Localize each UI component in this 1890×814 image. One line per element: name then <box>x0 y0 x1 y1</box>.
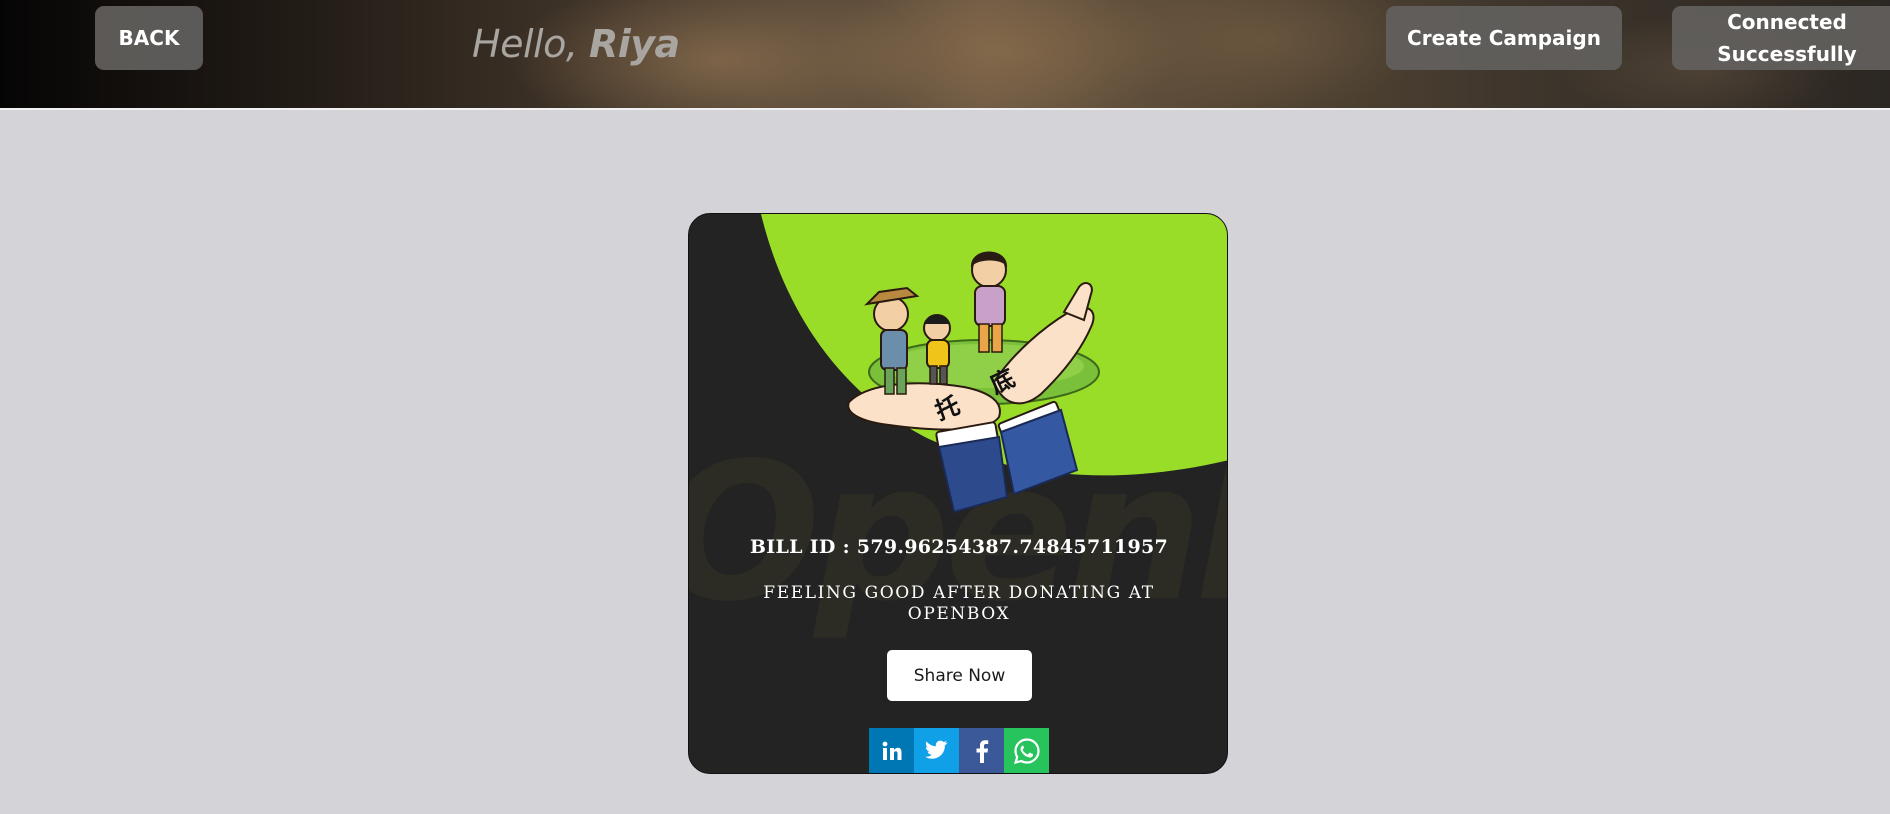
create-campaign-button[interactable]: Create Campaign <box>1386 6 1622 70</box>
connection-status-label: Connected Successfully <box>1717 6 1856 70</box>
whatsapp-share-button[interactable] <box>1004 728 1049 773</box>
twitter-share-button[interactable] <box>914 728 959 773</box>
top-bar: BACK Hello, Riya Create Campaign Connect… <box>0 0 1890 110</box>
greeting: Hello, Riya <box>472 22 680 66</box>
back-button[interactable]: BACK <box>95 6 203 70</box>
share-now-button[interactable]: Share Now <box>887 650 1032 701</box>
connection-status-line2: Successfully <box>1717 42 1857 66</box>
twitter-icon <box>924 740 947 759</box>
donation-receipt-card: OpenB 托 底 BILL ID <box>688 213 1228 774</box>
linkedin-share-button[interactable] <box>869 728 914 773</box>
user-name: Riya <box>588 22 680 66</box>
connection-status-button[interactable]: Connected Successfully <box>1672 6 1890 70</box>
whatsapp-icon <box>1013 737 1040 764</box>
social-share-bar <box>869 728 1049 773</box>
linkedin-icon <box>882 741 901 760</box>
connection-status-line1: Connected <box>1727 10 1847 34</box>
facebook-share-button[interactable] <box>959 728 1004 773</box>
greeting-prefix: Hello, <box>472 22 589 66</box>
donation-message: FEELING GOOD AFTER DONATING AT OPENBOX <box>763 583 1155 624</box>
facebook-icon <box>976 739 988 763</box>
bill-id: BILL ID : 579.96254387.74845711957 <box>749 536 1169 558</box>
helping-hands-family-illustration: 托 底 <box>847 251 1100 514</box>
